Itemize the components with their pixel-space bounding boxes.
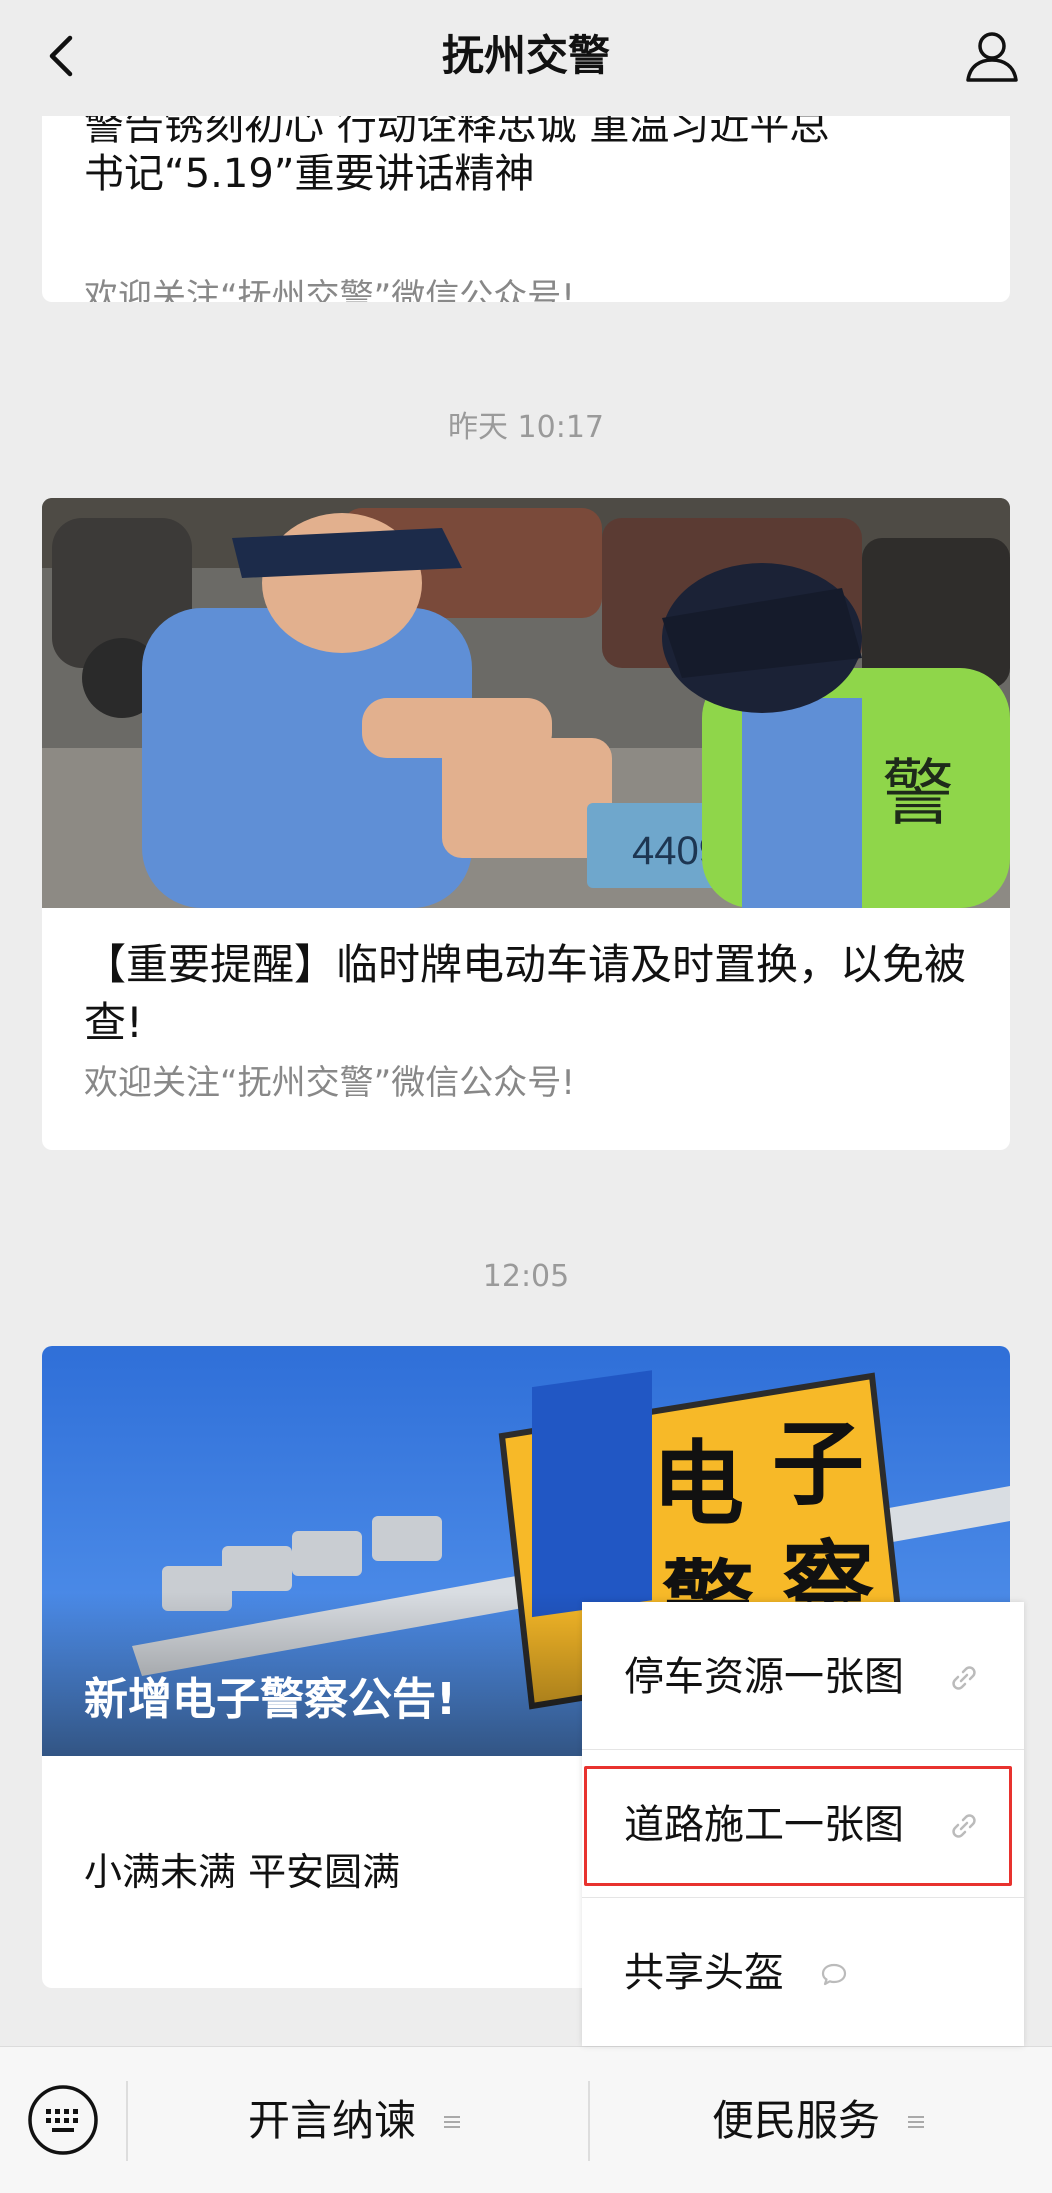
submenu-item-roadwork-map[interactable]: 道路施工一张图 (582, 1750, 1024, 1898)
page-title: 抚州交警 (441, 31, 610, 80)
top-navigation-bar: 抚州交警 (0, 0, 1052, 116)
menu-lines-icon (444, 2116, 460, 2128)
svg-text:警: 警 (882, 751, 954, 835)
menu-button-label: 开言纳谏 (248, 2096, 417, 2145)
message-timestamp: 昨天 10:17 (448, 410, 604, 445)
menu-button-label: 便民服务 (712, 2096, 881, 2145)
link-icon (952, 1666, 976, 1690)
article-digest: 欢迎关注“抚州交警”微信公众号! (84, 1063, 575, 1103)
submenu-item-label: 道路施工一张图 (624, 1802, 904, 1848)
article-subtitle: 小满未满 平安圆满 (84, 1850, 401, 1894)
submenu-item-shared-helmet[interactable]: 共享头盔 (582, 1898, 1024, 2046)
link-icon (952, 1814, 976, 1838)
submenu-item-label: 共享头盔 (624, 1950, 784, 1996)
bottom-menu-bar: 开言纳谏 便民服务 (0, 2046, 1052, 2193)
article-card-2[interactable]: 4409 警 【重要提醒】临时牌电动车请及时置换，以免被查! 欢迎关注“抚州交警… (42, 498, 1010, 1150)
menu-lines-icon (908, 2116, 924, 2128)
article-cover-title: 新增电子警察公告! (84, 1674, 457, 1725)
article-title: 书记“5.19”重要讲话精神 (84, 151, 535, 197)
article-digest: 欢迎关注“抚州交警”微信公众号! (84, 277, 575, 302)
submenu-item-parking-map[interactable]: 停车资源一张图 (582, 1602, 1024, 1750)
profile-icon[interactable] (962, 26, 1022, 86)
article-title: 【重要提醒】临时牌电动车请及时置换，以免被查! (84, 940, 967, 1047)
article-cover-image: 4409 警 (42, 498, 1010, 908)
menu-button-services[interactable]: 便民服务 (590, 2047, 1052, 2193)
service-submenu-popup: 停车资源一张图 道路施工一张图 共享头盔 (582, 1602, 1024, 2046)
menu-button-suggestions[interactable]: 开言纳谏 (128, 2047, 588, 2193)
chat-bubble-icon (821, 1963, 847, 1986)
submenu-item-label: 停车资源一张图 (624, 1654, 904, 1700)
message-timestamp: 12:05 (482, 1259, 570, 1294)
keyboard-icon[interactable] (26, 2083, 100, 2157)
